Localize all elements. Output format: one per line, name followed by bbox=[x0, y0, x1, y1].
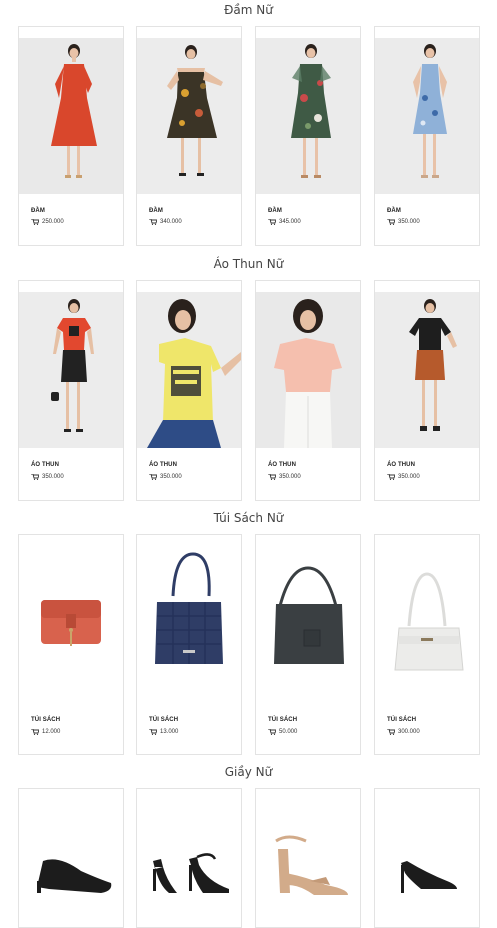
cart-icon bbox=[31, 474, 39, 480]
product-card[interactable]: ÁO THUN 350.000 bbox=[255, 280, 361, 501]
product-image[interactable] bbox=[256, 789, 360, 899]
product-image[interactable] bbox=[137, 292, 241, 448]
product-price-value: 345.000 bbox=[279, 219, 301, 225]
cart-icon bbox=[387, 474, 395, 480]
product-price-value: 250.000 bbox=[42, 219, 64, 225]
product-card[interactable]: TÚI SÁCH 13.000 bbox=[136, 534, 242, 755]
section-dresses: Đầm Nữ ĐẦM 250.000 ĐẦM 340.000 ĐẦM 345.0… bbox=[0, 0, 497, 250]
product-card[interactable]: TÚI SÁCH 300.000 bbox=[374, 534, 480, 755]
product-image[interactable] bbox=[375, 789, 479, 899]
product-card[interactable]: TÚI SÁCH 50.000 bbox=[255, 534, 361, 755]
product-image[interactable] bbox=[137, 789, 241, 899]
product-price-value: 350.000 bbox=[42, 474, 64, 480]
product-price: 350.000 bbox=[387, 219, 420, 225]
product-price-value: 350.000 bbox=[398, 474, 420, 480]
cart-icon bbox=[149, 474, 157, 480]
product-price-value: 340.000 bbox=[160, 219, 182, 225]
product-category: TÚI SÁCH bbox=[31, 717, 61, 723]
product-card[interactable] bbox=[255, 788, 361, 928]
product-image[interactable] bbox=[19, 38, 123, 194]
product-price: 13.000 bbox=[149, 729, 178, 735]
product-image[interactable] bbox=[256, 292, 360, 448]
product-price-value: 50.000 bbox=[279, 729, 298, 735]
product-price: 345.000 bbox=[268, 219, 301, 225]
product-price: 12.000 bbox=[31, 729, 60, 735]
cart-icon bbox=[149, 729, 157, 735]
cart-icon bbox=[31, 219, 39, 225]
product-image[interactable] bbox=[19, 789, 123, 899]
product-image[interactable] bbox=[19, 292, 123, 448]
product-price: 300.000 bbox=[387, 729, 420, 735]
product-category: ĐẦM bbox=[31, 208, 45, 214]
product-price-value: 350.000 bbox=[160, 474, 182, 480]
product-image[interactable] bbox=[375, 546, 479, 702]
product-category: ÁO THUN bbox=[268, 462, 297, 468]
product-card[interactable]: ĐẦM 345.000 bbox=[255, 26, 361, 246]
product-card[interactable]: ÁO THUN 350.000 bbox=[136, 280, 242, 501]
product-price-value: 350.000 bbox=[398, 219, 420, 225]
cart-icon bbox=[31, 729, 39, 735]
product-price: 50.000 bbox=[268, 729, 297, 735]
product-category: ÁO THUN bbox=[387, 462, 416, 468]
section-title: Túi Sách Nữ bbox=[213, 511, 284, 525]
product-card[interactable]: ĐẦM 250.000 bbox=[18, 26, 124, 246]
cart-icon bbox=[268, 729, 276, 735]
product-image[interactable] bbox=[137, 38, 241, 194]
product-card[interactable] bbox=[374, 788, 480, 928]
product-price: 340.000 bbox=[149, 219, 182, 225]
section-handbags: Túi Sách Nữ TÚI SÁCH 12.000 TÚI SÁCH 13.… bbox=[0, 508, 497, 760]
product-category: TÚI SÁCH bbox=[149, 717, 179, 723]
product-category: ĐẦM bbox=[268, 208, 282, 214]
product-price-value: 13.000 bbox=[160, 729, 179, 735]
cart-icon bbox=[149, 219, 157, 225]
cart-icon bbox=[268, 219, 276, 225]
product-price: 350.000 bbox=[268, 474, 301, 480]
product-image[interactable] bbox=[375, 38, 479, 194]
product-price-value: 300.000 bbox=[398, 729, 420, 735]
product-price: 350.000 bbox=[387, 474, 420, 480]
product-card[interactable]: ÁO THUN 350.000 bbox=[18, 280, 124, 501]
product-category: TÚI SÁCH bbox=[387, 717, 417, 723]
product-price: 350.000 bbox=[149, 474, 182, 480]
section-title: Áo Thun Nữ bbox=[213, 257, 284, 271]
product-category: ĐẦM bbox=[387, 208, 401, 214]
product-price: 250.000 bbox=[31, 219, 64, 225]
product-card[interactable]: ÁO THUN 350.000 bbox=[374, 280, 480, 501]
product-image[interactable] bbox=[375, 292, 479, 448]
section-title: Đầm Nữ bbox=[224, 3, 273, 17]
section-shoes: Giầy Nữ bbox=[0, 762, 497, 928]
product-card[interactable]: ĐẦM 340.000 bbox=[136, 26, 242, 246]
product-image[interactable] bbox=[137, 546, 241, 702]
product-card[interactable] bbox=[136, 788, 242, 928]
product-card[interactable]: ĐẦM 350.000 bbox=[374, 26, 480, 246]
product-category: ÁO THUN bbox=[31, 462, 60, 468]
product-image[interactable] bbox=[256, 38, 360, 194]
product-card[interactable] bbox=[18, 788, 124, 928]
product-price-value: 12.000 bbox=[42, 729, 61, 735]
cart-icon bbox=[268, 474, 276, 480]
product-image[interactable] bbox=[256, 546, 360, 702]
product-category: ÁO THUN bbox=[149, 462, 178, 468]
product-price: 350.000 bbox=[31, 474, 64, 480]
product-image[interactable] bbox=[19, 546, 123, 702]
cart-icon bbox=[387, 729, 395, 735]
section-tshirts: Áo Thun Nữ ÁO THUN 350.000 ÁO THUN 350.0… bbox=[0, 254, 497, 506]
product-price-value: 350.000 bbox=[279, 474, 301, 480]
product-category: ĐẦM bbox=[149, 208, 163, 214]
section-title: Giầy Nữ bbox=[224, 765, 273, 779]
product-category: TÚI SÁCH bbox=[268, 717, 298, 723]
cart-icon bbox=[387, 219, 395, 225]
product-card[interactable]: TÚI SÁCH 12.000 bbox=[18, 534, 124, 755]
